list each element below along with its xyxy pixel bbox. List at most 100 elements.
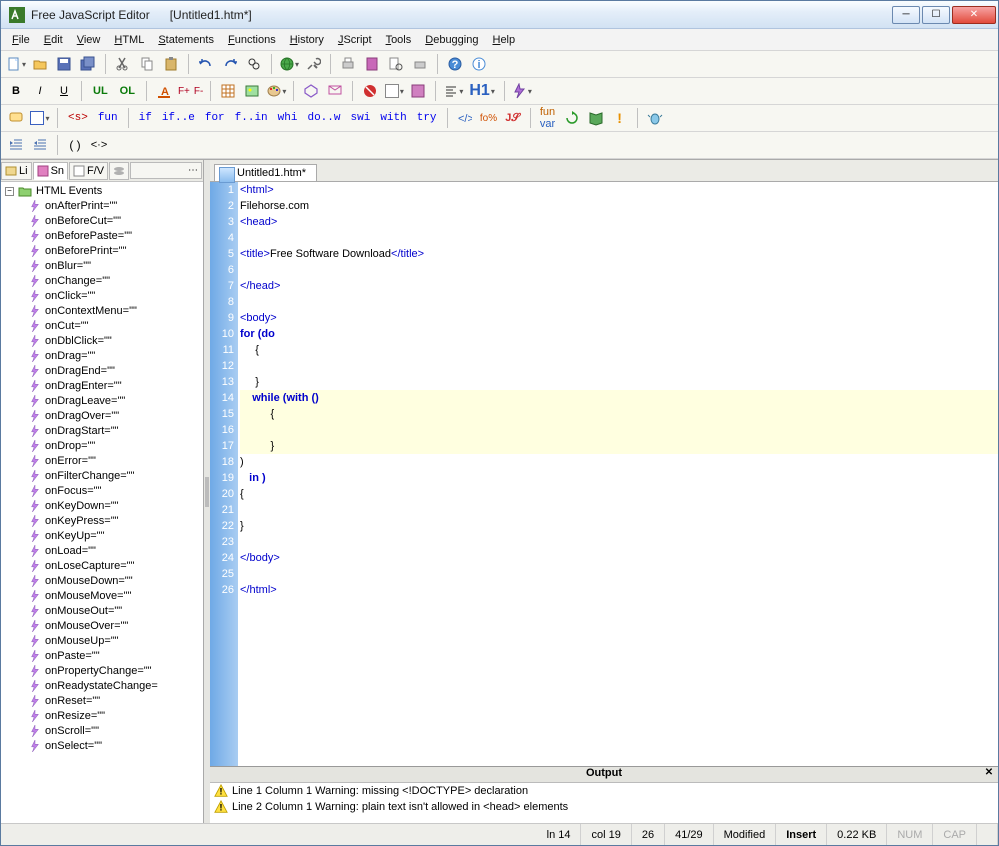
ul-button[interactable]: UL: [88, 80, 113, 102]
debug-fox-button[interactable]: fo%: [478, 107, 500, 129]
lightning-button[interactable]: ▾: [511, 80, 533, 102]
menu-edit[interactable]: Edit: [37, 32, 70, 48]
tree-item[interactable]: onDragLeave="": [3, 393, 201, 408]
bug-button[interactable]: [644, 107, 666, 129]
save-button[interactable]: [53, 53, 75, 75]
tree-item[interactable]: onScroll="": [3, 723, 201, 738]
tree-item[interactable]: onMouseUp="": [3, 633, 201, 648]
side-tab-sn[interactable]: Sn: [33, 162, 68, 180]
image-button[interactable]: [241, 80, 263, 102]
snippet-with[interactable]: with: [376, 112, 410, 124]
underline-button[interactable]: U: [53, 80, 75, 102]
debug-script-button[interactable]: </>: [454, 107, 476, 129]
menu-view[interactable]: View: [70, 32, 108, 48]
close-button[interactable]: ✕: [952, 6, 996, 24]
tree-item[interactable]: onLoad="": [3, 543, 201, 558]
tree-item[interactable]: onBlur="": [3, 258, 201, 273]
output-body[interactable]: ! Line 1 Column 1 Warning: missing <!DOC…: [210, 783, 998, 823]
output-line[interactable]: ! Line 1 Column 1 Warning: missing <!DOC…: [210, 783, 998, 799]
tree-item[interactable]: onLoseCapture="": [3, 558, 201, 573]
copy-button[interactable]: [136, 53, 158, 75]
print-button[interactable]: [337, 53, 359, 75]
menu-jscript[interactable]: JScript: [331, 32, 379, 48]
browser-button[interactable]: ▾: [278, 53, 300, 75]
tag-button[interactable]: [300, 80, 322, 102]
tree-item[interactable]: onDrag="": [3, 348, 201, 363]
tree-item[interactable]: onMouseMove="": [3, 588, 201, 603]
menu-debugging[interactable]: Debugging: [418, 32, 485, 48]
tree-item[interactable]: onClick="": [3, 288, 201, 303]
side-tab-db[interactable]: [109, 162, 129, 180]
font-up-button[interactable]: F+: [177, 80, 191, 102]
side-tab-more[interactable]: ⋯: [130, 162, 202, 179]
tree-item[interactable]: onDblClick="": [3, 333, 201, 348]
open-file-button[interactable]: [29, 53, 51, 75]
find-button[interactable]: [243, 53, 265, 75]
output-close-button[interactable]: ✕: [982, 767, 996, 781]
form-button[interactable]: [407, 80, 429, 102]
cut-button[interactable]: [112, 53, 134, 75]
new-file-button[interactable]: ▾: [5, 53, 27, 75]
menu-functions[interactable]: Functions: [221, 32, 283, 48]
undo-button[interactable]: [195, 53, 217, 75]
side-tab-fv[interactable]: F/V: [69, 162, 108, 180]
side-tab-li[interactable]: Li: [1, 162, 32, 180]
tree-item[interactable]: onKeyDown="": [3, 498, 201, 513]
snippet-for[interactable]: for: [201, 112, 229, 124]
info-button[interactable]: i: [468, 53, 490, 75]
font-down-button[interactable]: F-: [193, 80, 204, 102]
menu-file[interactable]: File: [5, 32, 37, 48]
snippet-fin[interactable]: f..in: [231, 112, 272, 124]
redo-button[interactable]: [219, 53, 241, 75]
tools-button[interactable]: [302, 53, 324, 75]
menu-html[interactable]: HTML: [107, 32, 151, 48]
help-button[interactable]: ?: [444, 53, 466, 75]
debug-js-button[interactable]: J𝒮: [502, 107, 524, 129]
tree-item[interactable]: onKeyUp="": [3, 528, 201, 543]
align-button[interactable]: ▾: [442, 80, 464, 102]
menu-help[interactable]: Help: [485, 32, 522, 48]
tree-item[interactable]: onContextMenu="": [3, 303, 201, 318]
refresh-button[interactable]: [561, 107, 583, 129]
tree-item[interactable]: onChange="": [3, 273, 201, 288]
tree-item[interactable]: onKeyPress="": [3, 513, 201, 528]
titlebar[interactable]: Free JavaScript Editor [Untitled1.htm*] …: [1, 1, 998, 29]
snippet-s[interactable]: <s>: [64, 112, 92, 124]
box-dropdown2-button[interactable]: ▾: [29, 107, 51, 129]
snippet-dow[interactable]: do..w: [303, 112, 344, 124]
book2-button[interactable]: [585, 107, 607, 129]
tree-item[interactable]: onMouseDown="": [3, 573, 201, 588]
print-preview-button[interactable]: [409, 53, 431, 75]
tree-item[interactable]: onDragStart="": [3, 423, 201, 438]
snippet-try[interactable]: try: [413, 112, 441, 124]
tree-item[interactable]: onBeforePaste="": [3, 228, 201, 243]
tree-item[interactable]: onDragOver="": [3, 408, 201, 423]
maximize-button[interactable]: ☐: [922, 6, 950, 24]
code-editor[interactable]: 1234567891011121314151617181920212223242…: [210, 182, 998, 766]
tree-root[interactable]: − HTML Events: [3, 184, 201, 198]
tree-item[interactable]: onSelect="": [3, 738, 201, 753]
menu-tools[interactable]: Tools: [379, 32, 419, 48]
collapse-icon[interactable]: −: [5, 187, 14, 196]
tree-item[interactable]: onDragEnd="": [3, 363, 201, 378]
angle-button[interactable]: <·>: [88, 134, 110, 156]
save-all-button[interactable]: [77, 53, 99, 75]
minimize-button[interactable]: ─: [892, 6, 920, 24]
tree-item[interactable]: onError="": [3, 453, 201, 468]
var-fun-button[interactable]: funvar: [537, 107, 559, 129]
tree-item[interactable]: onPaste="": [3, 648, 201, 663]
tree-item[interactable]: onAfterPrint="": [3, 198, 201, 213]
menu-statements[interactable]: Statements: [151, 32, 221, 48]
editor-tab[interactable]: Untitled1.htm*: [214, 164, 317, 181]
tree-item[interactable]: onPropertyChange="": [3, 663, 201, 678]
snippet-if[interactable]: if: [135, 112, 156, 124]
paren-button[interactable]: ( ): [64, 134, 86, 156]
palette-button[interactable]: ▾: [265, 80, 287, 102]
indent-button[interactable]: [5, 134, 27, 156]
no-icon-button[interactable]: [359, 80, 381, 102]
snippet-swi[interactable]: swi: [347, 112, 375, 124]
output-line[interactable]: ! Line 2 Column 1 Warning: plain text is…: [210, 799, 998, 815]
italic-button[interactable]: I: [29, 80, 51, 102]
tree-item[interactable]: onDragEnter="": [3, 378, 201, 393]
snippet-whi[interactable]: whi: [274, 112, 302, 124]
